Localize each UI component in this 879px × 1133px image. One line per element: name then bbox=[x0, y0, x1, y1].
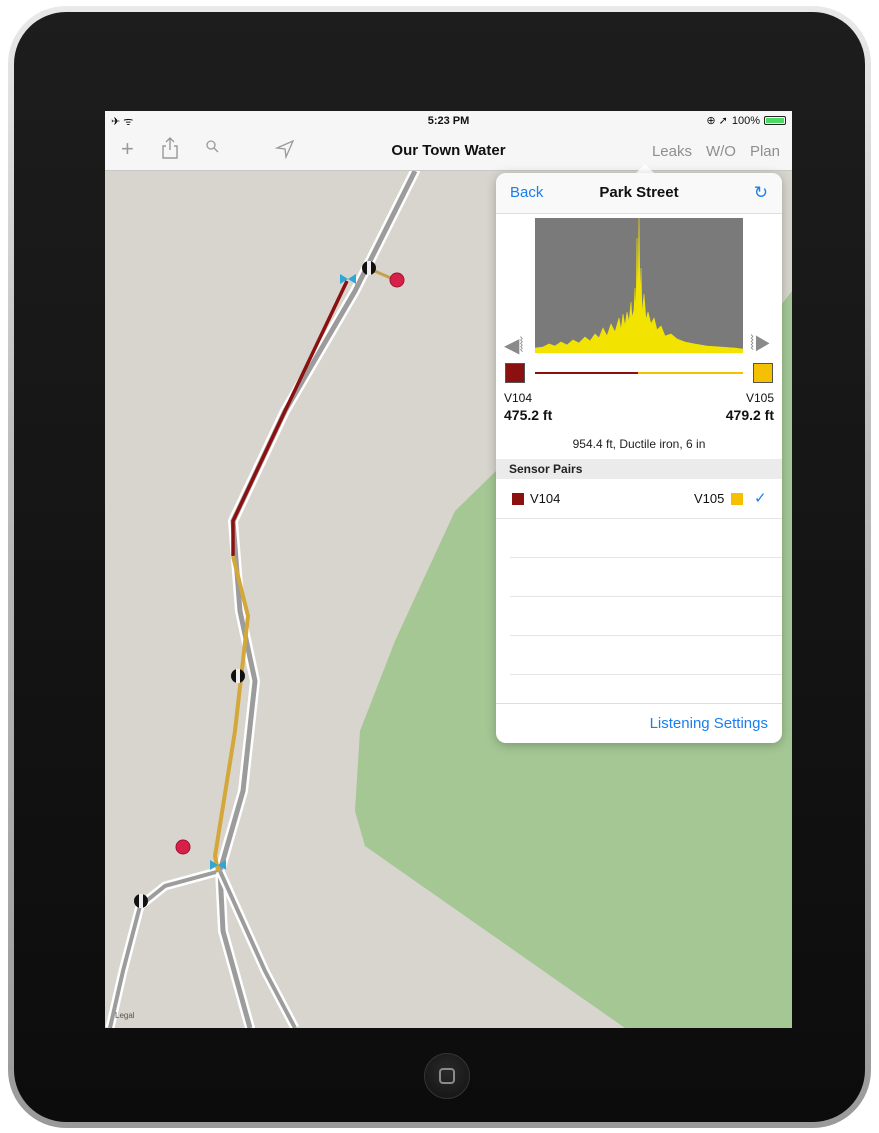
left-sensor-distance: 475.2 ft bbox=[504, 407, 553, 423]
pipe-line-right-segment bbox=[638, 372, 743, 374]
list-separator bbox=[510, 596, 782, 597]
pair-right-swatch bbox=[731, 493, 743, 505]
leak-marker-red bbox=[175, 839, 191, 855]
sensor-marker-lower bbox=[134, 894, 148, 908]
popover-header: Back Park Street ↻ bbox=[496, 173, 782, 214]
list-separator bbox=[510, 674, 782, 675]
sensor-pair-row[interactable]: V104 V105 ✓ bbox=[496, 479, 782, 519]
battery-percent: 100% bbox=[731, 114, 760, 127]
list-separator bbox=[510, 635, 782, 636]
leak-marker-red bbox=[389, 272, 405, 288]
tab-plan[interactable]: Plan bbox=[750, 143, 780, 160]
right-sensor-distance: 479.2 ft bbox=[725, 407, 774, 423]
home-button-glyph bbox=[439, 1068, 455, 1084]
refresh-icon[interactable]: ↻ bbox=[754, 183, 768, 203]
checkmark-icon: ✓ bbox=[754, 490, 767, 507]
speaker-left-icon[interactable]: ◀⦚ bbox=[504, 333, 524, 358]
screen: Legal ✈ ᯤ 5:23 PM ⊕ ➚ 100% + Our Town Wa… bbox=[105, 111, 792, 1028]
left-sensor-name: V104 bbox=[504, 391, 533, 405]
tab-work-orders[interactable]: W/O bbox=[706, 143, 736, 160]
speaker-right-icon[interactable]: ⦚▶ bbox=[750, 333, 770, 356]
list-separator bbox=[510, 557, 782, 558]
legal-link[interactable]: Legal bbox=[115, 1011, 135, 1020]
nav-bar: + Our Town Water Leaks W/O Plan bbox=[105, 131, 792, 171]
home-button[interactable] bbox=[424, 1053, 470, 1099]
share-icon[interactable] bbox=[161, 136, 179, 165]
section-header: Sensor Pairs bbox=[496, 459, 782, 479]
tab-leaks[interactable]: Leaks bbox=[652, 143, 692, 160]
battery-icon bbox=[764, 116, 786, 125]
section-label: Sensor Pairs bbox=[509, 462, 583, 476]
frequency-spectrum-plot bbox=[534, 217, 744, 354]
right-sensor-name: V105 bbox=[745, 391, 774, 405]
status-bar: ✈ ᯤ 5:23 PM ⊕ ➚ 100% bbox=[105, 111, 792, 131]
pair-right-name: V105 bbox=[694, 491, 725, 506]
add-icon[interactable]: + bbox=[121, 136, 134, 162]
listening-settings-link[interactable]: Listening Settings bbox=[650, 715, 768, 732]
popover-footer: Listening Settings bbox=[496, 703, 782, 743]
sensor-marker-v105 bbox=[362, 261, 376, 275]
leak-popover: Back Park Street ↻ ◀⦚ ⦚▶ V104 V105 475.2… bbox=[496, 173, 782, 743]
status-time: 5:23 PM bbox=[427, 115, 470, 127]
pipe-line-left-segment bbox=[535, 372, 638, 374]
location-icon[interactable] bbox=[274, 139, 295, 164]
right-sensor-swatch bbox=[753, 363, 773, 383]
spectrum-svg bbox=[534, 217, 744, 354]
road-branch-lower bbox=[105, 866, 222, 1028]
pair-left-swatch bbox=[512, 493, 524, 505]
road-main-upper-edge bbox=[217, 171, 418, 1028]
status-right: ⊕ ➚ 100% bbox=[706, 114, 786, 127]
leak-pipe-segment bbox=[231, 280, 349, 556]
battery-fill bbox=[766, 118, 784, 123]
spectrum-waveform bbox=[534, 217, 744, 354]
sensor-marker-v104 bbox=[231, 669, 245, 683]
nav-tabs: Leaks W/O Plan bbox=[652, 143, 780, 160]
pipe-info: 954.4 ft, Ductile iron, 6 in bbox=[572, 437, 706, 451]
road-main-upper bbox=[214, 171, 420, 1028]
status-right-icons: ⊕ ➚ bbox=[706, 115, 728, 127]
left-sensor-swatch bbox=[505, 363, 525, 383]
search-icon[interactable] bbox=[205, 139, 221, 160]
back-button[interactable]: Back bbox=[510, 184, 543, 201]
pair-left-name: V104 bbox=[530, 491, 561, 506]
